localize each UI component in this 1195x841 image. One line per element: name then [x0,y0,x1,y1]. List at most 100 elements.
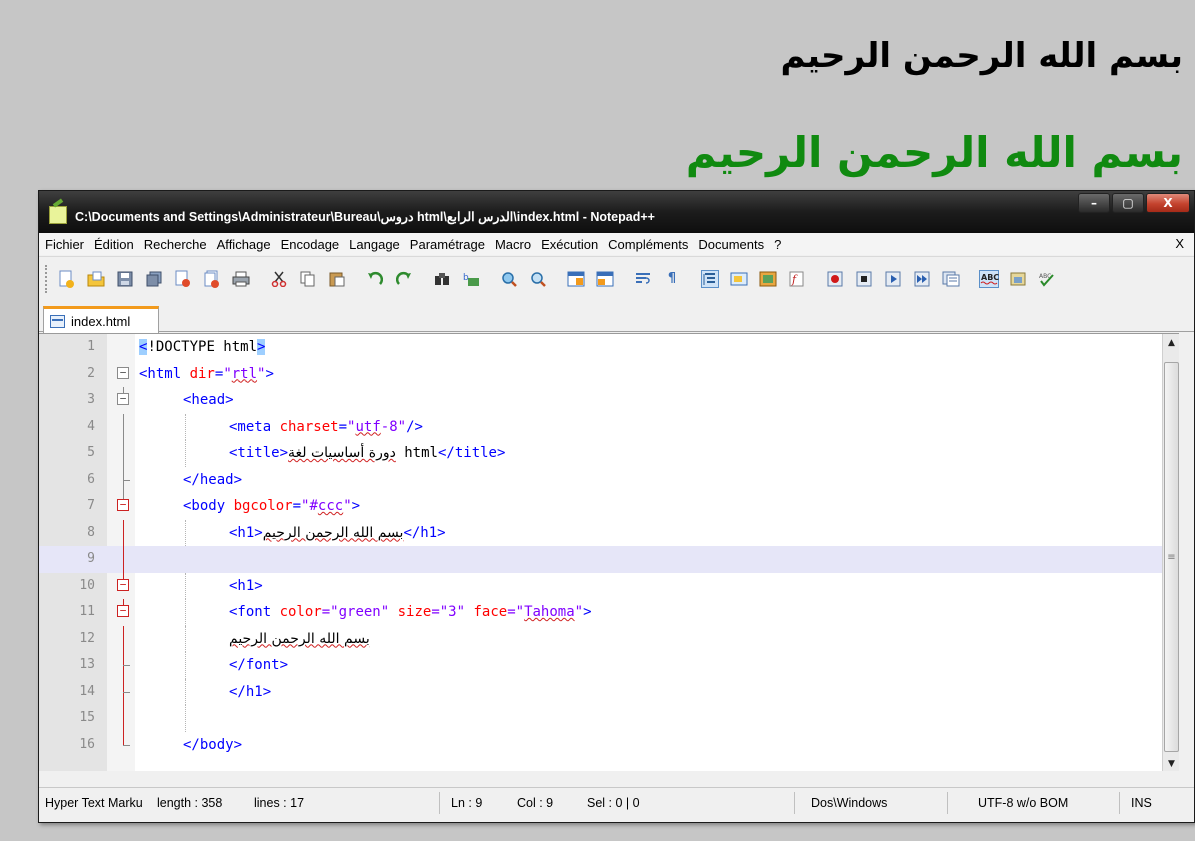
sync-horizontal-icon[interactable] [595,269,615,289]
line-number: 14 [79,683,95,699]
function-list-icon[interactable]: f [787,269,807,289]
menu-help[interactable]: ? [774,237,781,252]
menu-encodage[interactable]: Encodage [281,237,340,252]
doc-map-icon[interactable] [758,269,778,289]
close-icon[interactable] [173,269,193,289]
fold-toggle[interactable]: − [117,605,129,617]
scroll-thumb[interactable]: ≡ [1164,362,1179,752]
toolbar-grip[interactable] [45,264,49,293]
fold-toggle[interactable]: − [117,499,129,511]
save-macro-icon[interactable] [941,269,961,289]
sync-vertical-icon[interactable] [566,269,586,289]
code-editor[interactable]: 1 <!DOCTYPE html> 2 − <html dir="rtl"> 3… [39,333,1179,771]
menu-langage[interactable]: Langage [349,237,400,252]
status-bar: Hyper Text Marku length : 358 lines : 17… [39,787,1194,817]
fold-toggle[interactable]: − [117,366,129,379]
line-number: 6 [87,471,95,487]
menu-execution[interactable]: Exécution [541,237,598,252]
line-code: بسم الله الرحمن الرحيم [229,630,370,647]
record-macro-icon[interactable] [825,269,845,289]
menu-fichier[interactable]: Fichier [45,237,84,252]
menu-bar: Fichier Édition Recherche Affichage Enco… [39,233,1194,255]
indent-guide-icon[interactable] [700,269,720,289]
line-code: <h1> [229,577,263,594]
page-heading-plain: بسم الله الرحمن الرحيم [780,36,1183,76]
word-wrap-icon[interactable] [633,269,653,289]
line-number: 5 [87,445,95,460]
scroll-down-icon[interactable]: ▼ [1163,755,1179,771]
menu-edition[interactable]: Édition [94,237,134,252]
scroll-up-icon[interactable]: ▲ [1163,334,1179,351]
menu-affichage[interactable]: Affichage [217,237,271,252]
new-file-icon[interactable] [57,269,77,289]
user-lang-icon[interactable] [729,269,749,289]
line-number: 3 [87,392,95,407]
code-line-9-current: 9 [39,546,1179,573]
line-code: <!DOCTYPE html> [139,339,266,355]
code-line-1: 1 <!DOCTYPE html> [39,334,1179,361]
window-title: C:\Documents and Settings\Administrateur… [75,209,655,224]
paste-icon[interactable] [327,269,347,289]
saved-file-icon [50,314,65,328]
spellcheck-icon[interactable]: ABC [979,269,999,289]
abc-check-icon[interactable]: ABC [1037,269,1057,289]
replace-icon[interactable]: b [461,269,481,289]
code-line-12: 12 بسم الله الرحمن الرحيم [39,625,1179,652]
tab-label: index.html [71,313,131,329]
code-line-14: 14 </h1> [39,678,1179,705]
line-number: 15 [79,710,95,725]
line-code: <h1>بسم الله الرحمن الرحيم</h1> [229,524,446,541]
redo-icon[interactable] [394,269,414,289]
copy-icon[interactable] [298,269,318,289]
line-code: <meta charset="utf-8"/> [229,418,423,435]
line-code: </h1> [229,683,272,700]
run-macro-multiple-icon[interactable] [912,269,932,289]
undo-icon[interactable] [365,269,385,289]
tab-index-html[interactable]: index.html [43,306,159,333]
fold-toggle[interactable]: − [117,578,129,591]
cut-icon[interactable] [269,269,289,289]
line-number: 1 [87,339,95,354]
save-all-icon[interactable] [144,269,164,289]
show-all-chars-icon[interactable]: ¶ [662,269,682,289]
stop-macro-icon[interactable] [854,269,874,289]
status-length: length : 358 [157,796,223,810]
close-window-button[interactable]: X [1146,193,1190,213]
save-icon[interactable] [115,269,135,289]
title-bar[interactable]: C:\Documents and Settings\Administrateur… [39,191,1194,233]
notepad-plus-plus-window: C:\Documents and Settings\Administrateur… [38,190,1195,823]
menu-complements[interactable]: Compléments [608,237,688,252]
play-macro-icon[interactable] [883,269,903,289]
vertical-scrollbar[interactable]: ▲ ≡ ▼ [1162,334,1179,771]
menu-parametrage[interactable]: Paramétrage [410,237,485,252]
zoom-out-icon[interactable] [528,269,548,289]
open-file-icon[interactable] [86,269,106,289]
status-selection: Sel : 0 | 0 [587,796,640,810]
print-icon[interactable] [231,269,251,289]
menu-recherche[interactable]: Recherche [144,237,207,252]
line-code: <title>دورة أساسيات لغة html</title> [229,445,506,461]
line-code: <html dir="rtl"> [139,365,274,382]
close-all-icon[interactable] [202,269,222,289]
status-language: Hyper Text Marku [45,796,143,810]
spell-settings-icon[interactable] [1008,269,1028,289]
menu-macro[interactable]: Macro [495,237,531,252]
close-document-button[interactable]: X [1175,236,1184,251]
code-line-3: 3 − <head> [39,387,1179,414]
line-code: </font> [229,657,289,673]
code-line-10: 10 − <h1> [39,572,1179,599]
line-number: 9 [87,551,95,566]
status-line-number: Ln : 9 [451,796,483,810]
status-eol-format: Dos\Windows [811,796,888,810]
minimize-button[interactable]: – [1078,193,1110,213]
code-line-8: 8 <h1>بسم الله الرحمن الرحيم</h1> [39,519,1179,546]
code-line-15: 15 [39,705,1179,732]
line-code: <font color="green" size="3" face="Tahom… [229,604,592,620]
maximize-button[interactable]: ▢ [1112,193,1144,213]
find-icon[interactable] [432,269,452,289]
menu-documents[interactable]: Documents [698,237,764,252]
fold-toggle[interactable]: − [117,393,129,405]
status-column: Col : 9 [517,796,554,810]
code-line-11: 11 − <font color="green" size="3" face="… [39,599,1179,626]
zoom-in-icon[interactable] [499,269,519,289]
